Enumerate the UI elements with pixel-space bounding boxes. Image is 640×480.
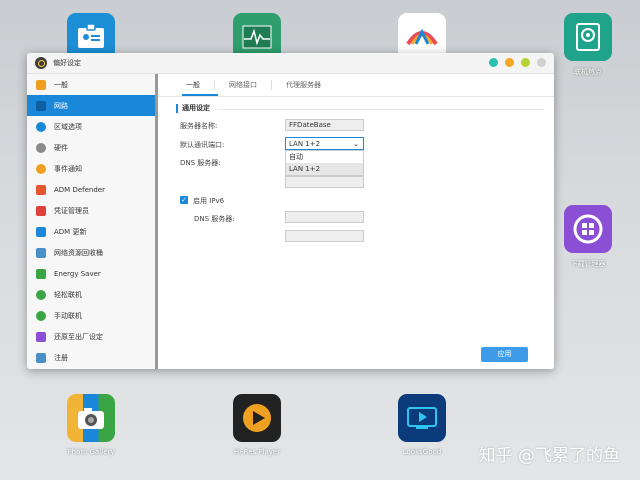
sidebar: 一般 网路 区域选项 硬件 事件通知 ADM Defender 凭证管理员 AD… <box>27 74 156 369</box>
energy-icon <box>36 268 46 279</box>
sidebar-item-label: 手动联机 <box>54 311 82 320</box>
ipv6-dns-label: DNS 服务器: <box>194 215 235 223</box>
defender-icon <box>36 184 46 195</box>
sidebar-item-label: 网络资源回收桶 <box>54 248 103 257</box>
tab-general[interactable]: 一般 <box>172 80 215 90</box>
dropdown-option-auto[interactable]: 自动 <box>286 151 363 163</box>
window-close-button[interactable] <box>537 58 546 67</box>
desktop-app-looksgood[interactable]: LooksGood <box>387 394 457 456</box>
chevron-down-icon: ⌄ <box>353 140 359 148</box>
sidebar-item-label: Energy Saver <box>54 269 101 278</box>
tab-proxy[interactable]: 代理服务器 <box>272 80 335 90</box>
watermark: 知乎 @飞累了的鱼 <box>478 446 620 466</box>
recycle-icon <box>36 247 46 258</box>
tab-network-interface[interactable]: 网络接口 <box>215 80 272 90</box>
window-controls <box>489 58 546 67</box>
sidebar-item-region[interactable]: 区域选项 <box>27 116 155 137</box>
section-title: 通用设定 <box>176 104 210 113</box>
server-name-input[interactable]: FFDateBase <box>285 119 364 131</box>
general-icon <box>36 79 46 90</box>
desktop-app-hires-player[interactable]: Hi-Res Player <box>222 394 292 456</box>
sidebar-item-adm-update[interactable]: ADM 更新 <box>27 221 155 242</box>
sidebar-item-label: 一般 <box>54 80 68 89</box>
dns-server-input-2[interactable] <box>285 176 364 188</box>
sidebar-item-network[interactable]: 网路 <box>27 95 155 116</box>
settings-content: 一般 网络接口 代理服务器 通用设定 服务器名称: FFDateBase 默认通… <box>158 74 554 369</box>
desktop-icon-label: Photo Gallery <box>67 448 115 456</box>
hardware-icon <box>36 142 46 153</box>
default-gateway-select[interactable]: LAN 1+2 ⌄ <box>285 137 364 150</box>
dropdown-option-lan12[interactable]: LAN 1+2 <box>286 163 363 175</box>
sidebar-item-certificate[interactable]: 凭证管理员 <box>27 200 155 221</box>
sidebar-item-label: 硬件 <box>54 143 68 152</box>
window-minimize-button[interactable] <box>505 58 514 67</box>
register-icon <box>36 352 46 363</box>
hires-player-icon <box>233 394 281 442</box>
desktop-icon-label: Hi-Res Player <box>233 448 281 456</box>
sidebar-item-label: 还原至出厂设定 <box>54 332 103 341</box>
notification-icon <box>36 163 46 174</box>
window-title: 偏好设定 <box>53 59 81 67</box>
sidebar-item-label: 事件通知 <box>54 164 82 173</box>
update-icon <box>36 226 46 237</box>
ipv6-dns-input-2[interactable] <box>285 230 364 242</box>
default-gateway-label: 默认通讯端口: <box>180 141 225 149</box>
default-gateway-dropdown: 自动 LAN 1+2 <box>285 150 364 176</box>
download-manager-icon <box>564 205 612 253</box>
sidebar-item-register[interactable]: 注册 <box>27 347 155 368</box>
sidebar-item-label: ADM Defender <box>54 185 105 194</box>
globe-icon <box>36 121 46 132</box>
apply-button[interactable]: 应用 <box>481 347 528 362</box>
looksgood-icon <box>398 394 446 442</box>
sidebar-item-label: 注册 <box>54 353 68 362</box>
sidebar-item-energy-saver[interactable]: Energy Saver <box>27 263 155 284</box>
desktop-app-photo-gallery[interactable]: Photo Gallery <box>56 394 126 456</box>
ezconnect-icon <box>36 289 46 300</box>
window-titlebar[interactable]: 偏好设定 <box>27 53 554 74</box>
sidebar-item-manual-connect[interactable]: 手动联机 <box>27 305 155 326</box>
sidebar-item-adm-defender[interactable]: ADM Defender <box>27 179 155 200</box>
sidebar-item-label: 轻松联机 <box>54 290 82 299</box>
ipv6-label: 启用 IPv6 <box>193 197 225 205</box>
desktop-app-icon-4[interactable]: 联机热点 <box>553 13 623 77</box>
network-icon <box>36 100 46 111</box>
desktop-app-icon-download[interactable]: 下载管理器 <box>553 205 623 269</box>
sidebar-item-factory-reset[interactable]: 还原至出厂设定 <box>27 326 155 347</box>
desktop-icon-label: 联机热点 <box>574 68 602 76</box>
sidebar-item-label: 网路 <box>54 101 68 110</box>
desktop-icon-label: 下载管理器 <box>570 260 606 268</box>
preferences-window: 偏好设定 一般 网路 区域选项 硬件 事件通知 ADM Defender 凭证管… <box>27 53 554 369</box>
sidebar-item-general[interactable]: 一般 <box>27 74 155 95</box>
photo-gallery-icon <box>67 394 115 442</box>
sidebar-item-recycle[interactable]: 网络资源回收桶 <box>27 242 155 263</box>
window-maximize-button[interactable] <box>521 58 530 67</box>
window-help-button[interactable] <box>489 58 498 67</box>
sidebar-item-label: 凭证管理员 <box>54 206 89 215</box>
server-name-label: 服务器名称: <box>180 122 218 130</box>
sidebar-item-label: ADM 更新 <box>54 227 87 236</box>
ipv6-checkbox[interactable]: ✓ <box>180 196 188 204</box>
reset-icon <box>36 331 46 342</box>
ipv6-dns-input-1[interactable] <box>285 211 364 223</box>
sidebar-item-ezconnect[interactable]: 轻松联机 <box>27 284 155 305</box>
certificate-icon <box>36 205 46 216</box>
default-gateway-value: LAN 1+2 <box>289 140 321 148</box>
dns-server-label: DNS 服务器: <box>180 159 221 167</box>
sidebar-item-hardware[interactable]: 硬件 <box>27 137 155 158</box>
desktop-icon-label: LooksGood <box>402 448 442 456</box>
hotspot-icon <box>564 13 612 61</box>
section-divider <box>218 109 544 110</box>
sidebar-item-notification[interactable]: 事件通知 <box>27 158 155 179</box>
sidebar-item-label: 区域选项 <box>54 122 82 131</box>
preferences-app-icon <box>35 57 47 69</box>
active-tab-indicator <box>182 94 218 96</box>
manual-connect-icon <box>36 310 46 321</box>
